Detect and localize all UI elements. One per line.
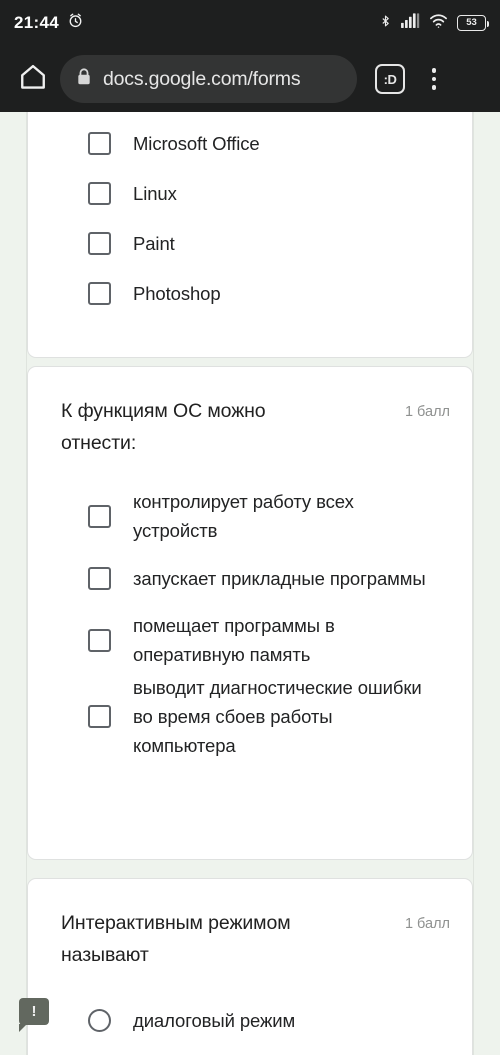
checkbox-icon[interactable]: [88, 504, 111, 528]
option-row[interactable]: Photoshop: [28, 268, 452, 318]
question-title: К функциям ОС можно отнести:: [61, 400, 266, 454]
battery-level-label: 53: [466, 17, 477, 29]
checkbox-icon[interactable]: [88, 231, 111, 255]
overflow-menu-button[interactable]: [413, 68, 455, 90]
status-bar-left: 21:44: [14, 12, 84, 34]
battery-icon: 53: [457, 15, 489, 31]
os-functions-question-card: К функциям ОС можно отнести: 1 балл конт…: [27, 366, 473, 860]
checkbox-icon[interactable]: [88, 131, 111, 155]
interactive-mode-question-card: Интерактивным режимом называют 1 балл ди…: [27, 878, 473, 1055]
status-bar-right: 53: [379, 12, 489, 35]
bluetooth-icon: [379, 12, 392, 35]
lock-icon: [76, 67, 92, 91]
option-row[interactable]: Linux: [28, 168, 452, 218]
overflow-menu-icon: [431, 68, 437, 73]
home-button[interactable]: [6, 62, 60, 97]
checkbox-icon[interactable]: [88, 281, 111, 305]
option-label: выводит диагностические ошибки во время …: [133, 676, 422, 756]
home-icon: [18, 62, 48, 97]
interactive-mode-options-list: диалоговый режим: [28, 971, 472, 1045]
tab-count-label: :D: [383, 71, 397, 87]
overflow-menu-icon: [431, 76, 437, 82]
url-bar[interactable]: docs.google.com/forms: [60, 55, 357, 103]
radio-icon[interactable]: [88, 1008, 111, 1032]
browser-toolbar: docs.google.com/forms :D: [0, 46, 500, 112]
option-row[interactable]: запускает прикладные программы: [28, 547, 452, 609]
option-row[interactable]: Paint: [28, 218, 452, 268]
android-status-bar: 21:44 53: [0, 0, 500, 46]
option-row[interactable]: диалоговый режим: [28, 995, 452, 1045]
software-options-list: Microsoft Office Linux Paint Photoshop: [28, 112, 472, 318]
option-row[interactable]: контролирует работу всех устройств: [28, 485, 452, 547]
question-header: К функциям ОС можно отнести: 1 балл: [28, 367, 472, 459]
exclamation-bubble-label: !: [31, 1003, 37, 1020]
overflow-menu-icon: [431, 85, 437, 90]
option-label: Paint: [133, 232, 175, 254]
option-label: Microsoft Office: [133, 132, 260, 154]
url-text: docs.google.com/forms: [103, 67, 301, 90]
phone-screen: 21:44 53 docs.google.com/forms:D Micros…: [0, 0, 500, 1055]
option-label: Linux: [133, 182, 177, 204]
alarm-clock-icon: [67, 12, 84, 34]
wifi-icon: [429, 13, 448, 34]
checkbox-icon[interactable]: [88, 566, 111, 590]
form-page: Microsoft Office Linux Paint Photoshop К…: [0, 112, 500, 1055]
software-question-card: Microsoft Office Linux Paint Photoshop: [27, 112, 473, 358]
checkbox-icon[interactable]: [88, 704, 111, 728]
option-label: контролирует работу всех устройств: [133, 491, 354, 541]
status-bar-clock: 21:44: [14, 13, 59, 32]
option-row[interactable]: выводит диагностические ошибки во время …: [28, 671, 452, 761]
option-row[interactable]: помещает программы в оперативную память: [28, 609, 452, 671]
option-label: запускает прикладные программы: [133, 567, 426, 589]
os-functions-options-list: контролирует работу всех устройств запус…: [28, 459, 472, 761]
form-right-edge: [473, 112, 474, 1055]
option-label: Photoshop: [133, 282, 221, 304]
checkbox-icon[interactable]: [88, 628, 111, 652]
question-points: 1 балл: [404, 404, 450, 420]
option-row[interactable]: Microsoft Office: [28, 118, 452, 168]
cellular-signal-icon: [401, 12, 420, 34]
exclamation-bubble-icon[interactable]: !: [19, 998, 49, 1032]
question-header: Интерактивным режимом называют 1 балл: [28, 879, 472, 971]
question-points: 1 балл: [404, 916, 450, 932]
checkbox-icon[interactable]: [88, 181, 111, 205]
option-label: диалоговый режим: [133, 1009, 296, 1031]
tab-switcher-button[interactable]: :D: [375, 64, 405, 94]
question-title: Интерактивным режимом называют: [61, 912, 291, 966]
option-label: помещает программы в оперативную память: [133, 615, 335, 665]
